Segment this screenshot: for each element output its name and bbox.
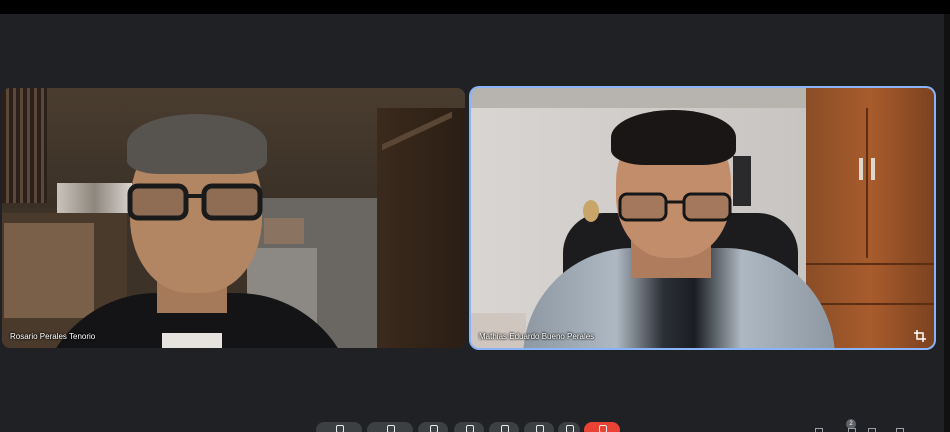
video-person-glasses <box>618 192 732 222</box>
video-person-glasses <box>127 183 263 221</box>
camera-icon <box>387 425 395 432</box>
more-options-button[interactable] <box>558 422 580 432</box>
video-cabinet <box>806 88 934 348</box>
video-cushion <box>471 313 526 348</box>
video-person-hair <box>127 114 267 174</box>
video-cabinet-seam <box>806 263 934 265</box>
video-shelf-items <box>57 183 132 213</box>
participant-tile-1[interactable]: Rosario Perales Tenorio <box>2 88 465 348</box>
emoji-button[interactable] <box>454 422 484 432</box>
mic-button[interactable] <box>316 422 362 432</box>
present-icon <box>501 425 509 432</box>
window-edge <box>944 14 950 432</box>
more-options-icon <box>566 425 574 432</box>
chat-icon[interactable] <box>868 428 876 432</box>
video-bookshelf <box>2 88 47 203</box>
video-cabinet-handle <box>871 158 875 180</box>
raise-hand-button[interactable] <box>524 422 554 432</box>
top-bar <box>0 0 950 14</box>
meeting-stage: Rosario Perales Tenorio Mathias Eduardo … <box>0 0 950 432</box>
info-icon[interactable] <box>815 428 823 432</box>
video-cabinet-handle <box>859 158 863 180</box>
video-cabinet-seam <box>866 108 868 258</box>
crop-icon[interactable] <box>914 330 926 342</box>
video-cabinet-door <box>4 223 94 318</box>
end-call-icon <box>599 425 607 432</box>
captions-icon <box>430 425 438 432</box>
participant-name-label: Mathias Eduardo Bueno Perales <box>479 332 595 341</box>
captions-button[interactable] <box>418 422 448 432</box>
camera-button[interactable] <box>367 422 413 432</box>
participant-name-label: Rosario Perales Tenorio <box>10 332 96 341</box>
emoji-icon <box>466 425 474 432</box>
video-lamp <box>583 200 599 222</box>
video-box <box>264 218 304 244</box>
raise-hand-icon <box>536 425 544 432</box>
present-button[interactable] <box>489 422 519 432</box>
mic-icon <box>336 425 344 432</box>
video-person-hair <box>611 110 736 165</box>
end-call-button[interactable] <box>584 422 620 432</box>
video-person-collar <box>162 333 222 348</box>
video-cabinet-seam <box>806 303 934 305</box>
activities-icon[interactable] <box>896 428 904 432</box>
people-icon[interactable] <box>848 428 856 432</box>
participant-tile-2[interactable]: Mathias Eduardo Bueno Perales <box>471 88 934 348</box>
